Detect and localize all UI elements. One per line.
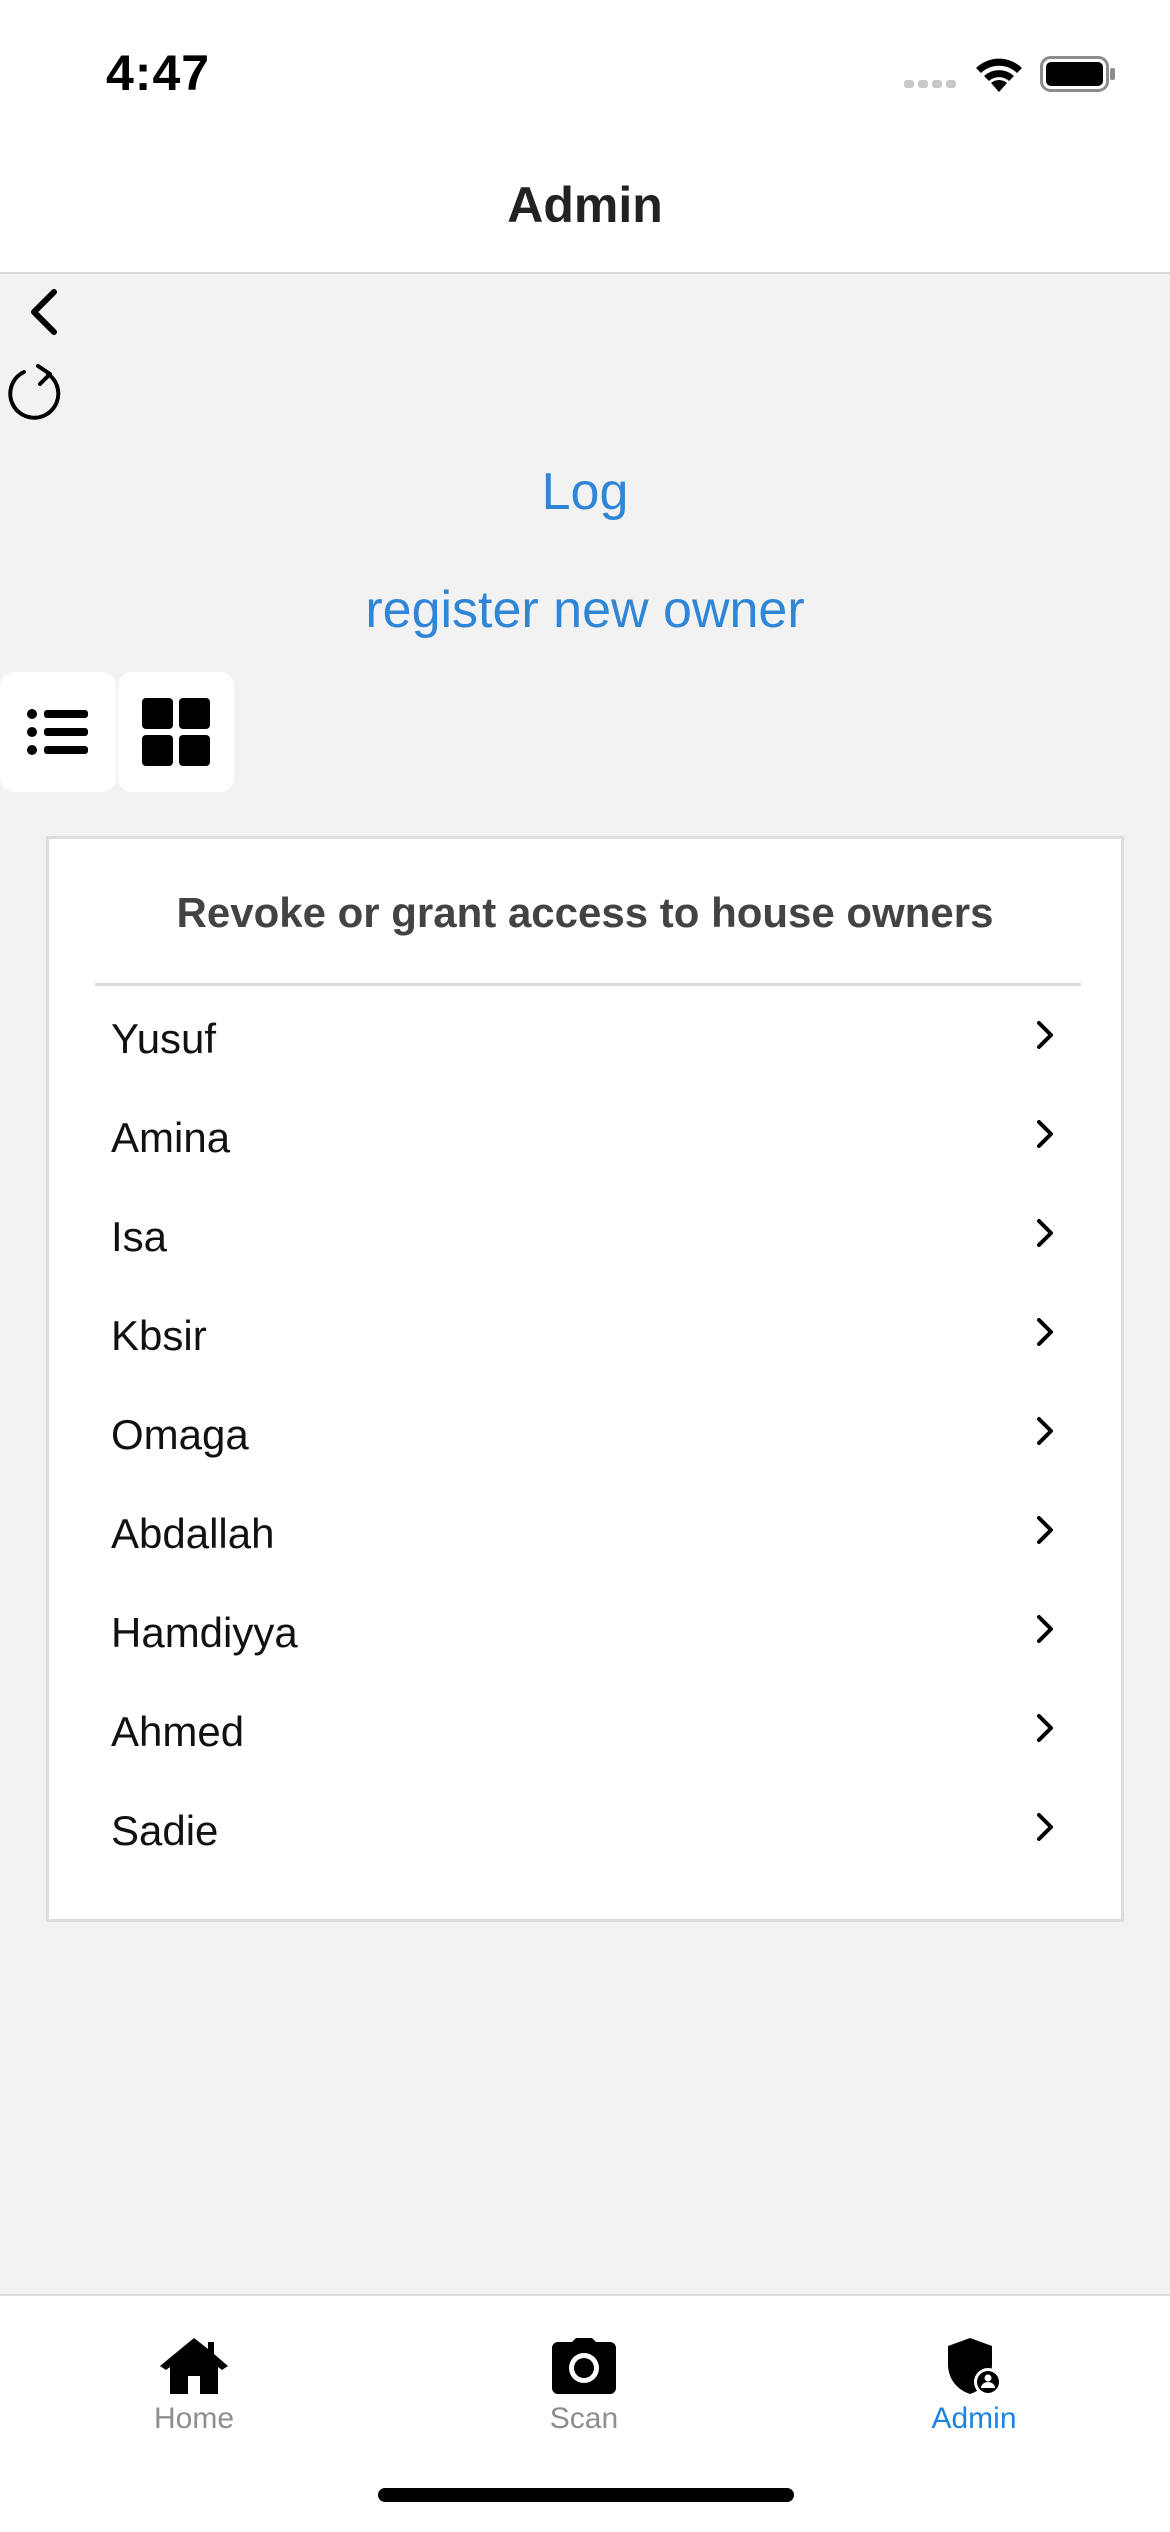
chevron-right-icon — [1037, 1615, 1053, 1643]
chevron-right-icon — [1037, 1813, 1053, 1841]
chevron-right-icon — [1037, 1516, 1053, 1544]
tab-home[interactable]: Home — [74, 2336, 314, 2456]
shield-user-icon — [948, 2338, 1002, 2396]
owner-row-abdallah[interactable]: Abdallah — [95, 1484, 1081, 1583]
owner-row-isa[interactable]: Isa — [95, 1187, 1081, 1286]
owner-row-amina[interactable]: Amina — [95, 1088, 1081, 1187]
battery-icon — [1040, 56, 1115, 92]
owner-name: Sadie — [111, 1807, 219, 1854]
grid-icon — [142, 698, 210, 766]
owner-row-hamdiyya[interactable]: Hamdiyya — [95, 1583, 1081, 1682]
home-indicator — [378, 2488, 794, 2502]
wifi-icon — [976, 58, 1022, 92]
register-new-owner-link[interactable]: register new owner — [0, 580, 1170, 640]
list-icon — [27, 709, 88, 755]
back-chevron-icon[interactable] — [14, 282, 78, 346]
chevron-right-icon — [1037, 1714, 1053, 1742]
tab-label: Admin — [931, 2402, 1017, 2435]
cellular-signal-icon — [904, 80, 956, 88]
nav-header: Admin — [0, 140, 1170, 274]
screen: 4:47 Admin Log register new owner Revoke… — [0, 0, 1170, 2532]
owner-name: Amina — [111, 1114, 231, 1161]
tab-label: Scan — [549, 2402, 619, 2435]
log-link[interactable]: Log — [0, 462, 1170, 522]
owner-name: Ahmed — [111, 1708, 245, 1755]
owners-card: Revoke or grant access to house owners Y… — [46, 836, 1124, 1922]
status-bar: 4:47 — [0, 0, 1170, 140]
camera-icon — [552, 2338, 616, 2394]
status-time: 4:47 — [106, 45, 211, 101]
list-view-button[interactable] — [0, 672, 116, 792]
owner-row-omaga[interactable]: Omaga — [95, 1385, 1081, 1484]
owner-name: Yusuf — [111, 1015, 217, 1062]
owner-name: Hamdiyya — [111, 1609, 298, 1656]
tab-label: Home — [153, 2402, 235, 2435]
grid-view-button[interactable] — [118, 672, 234, 792]
owner-name: Isa — [111, 1213, 168, 1260]
chevron-right-icon — [1037, 1120, 1053, 1148]
chevron-right-icon — [1037, 1021, 1053, 1049]
divider — [95, 983, 1081, 986]
owner-name: Omaga — [111, 1411, 249, 1458]
owner-list: Yusuf Amina Isa Kbsir Omaga Abdallah Ham… — [95, 989, 1081, 1880]
owner-row-sadie[interactable]: Sadie — [95, 1781, 1081, 1880]
chevron-right-icon — [1037, 1417, 1053, 1445]
card-title: Revoke or grant access to house owners — [176, 889, 994, 936]
owner-row-yusuf[interactable]: Yusuf — [95, 989, 1081, 1088]
owner-name: Abdallah — [111, 1510, 275, 1557]
tab-scan[interactable]: Scan — [464, 2336, 704, 2456]
owner-row-kbsir[interactable]: Kbsir — [95, 1286, 1081, 1385]
refresh-icon[interactable] — [4, 360, 68, 424]
page-title: Admin — [507, 177, 663, 233]
home-icon — [160, 2338, 228, 2394]
chevron-right-icon — [1037, 1219, 1053, 1247]
owner-name: Kbsir — [111, 1312, 207, 1359]
owner-row-ahmed[interactable]: Ahmed — [95, 1682, 1081, 1781]
tab-admin[interactable]: Admin — [854, 2336, 1094, 2456]
chevron-right-icon — [1037, 1318, 1053, 1346]
